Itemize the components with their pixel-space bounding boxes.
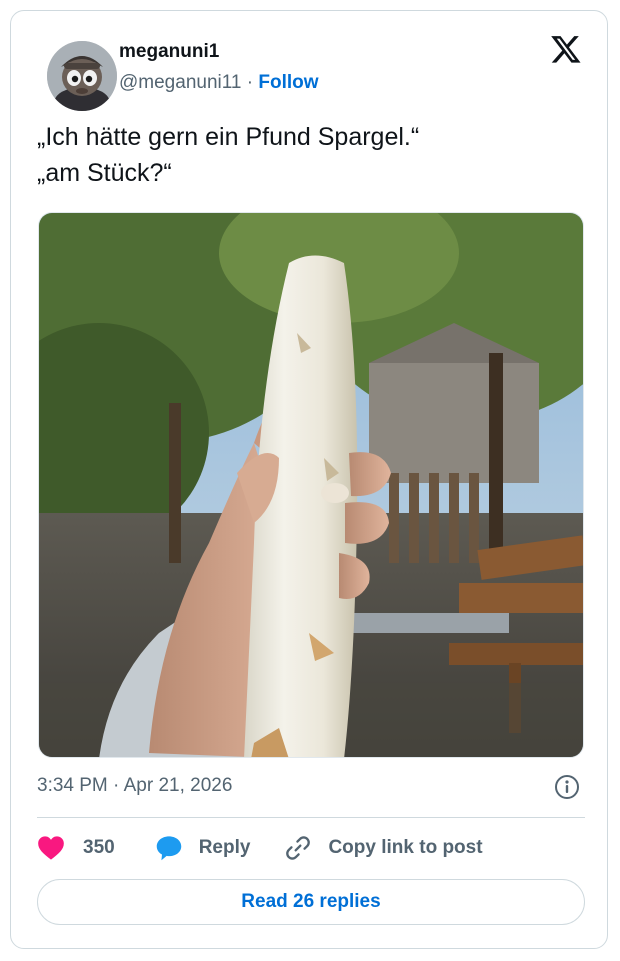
author-handle-line: @meganuni11 · Follow	[119, 72, 319, 94]
tweet-photo[interactable]	[38, 212, 584, 758]
handle-separator: ·	[246, 72, 254, 93]
tweet-text: „Ich hätte gern ein Pfund Spargel.“ „am …	[37, 119, 419, 191]
timestamp-separator: ·	[113, 775, 120, 796]
copy-link-label: Copy link to post	[328, 837, 483, 858]
heart-icon	[38, 836, 64, 860]
reply-bubble-icon	[156, 836, 181, 861]
tweet-time: 3:34 PM	[37, 775, 108, 796]
action-bar: 350 Reply Copy link to post	[37, 833, 483, 863]
follow-link[interactable]: Follow	[258, 72, 318, 93]
avatar-image	[47, 41, 117, 111]
reply-label: Reply	[198, 837, 251, 858]
tweet-line: „Ich hätte gern ein Pfund Spargel.“	[37, 123, 420, 151]
x-logo-icon[interactable]	[550, 33, 582, 65]
asparagus-photo	[39, 213, 583, 757]
tweet-timestamp[interactable]: 3:34 PM · Apr 21, 2026	[37, 775, 232, 797]
read-replies-button[interactable]: Read 26 replies	[37, 879, 585, 925]
like-count: 350	[83, 837, 115, 858]
reply-button[interactable]: Reply	[155, 834, 251, 862]
tweet-date: Apr 21, 2026	[123, 775, 233, 796]
like-button[interactable]: 350	[37, 835, 115, 861]
author-name[interactable]: meganuni1	[119, 41, 219, 63]
info-icon[interactable]	[554, 774, 580, 800]
tweet-card: meganuni1 @meganuni11 · Follow „Ich hätt…	[10, 10, 608, 949]
tweet-line: „am Stück?“	[37, 159, 172, 187]
link-icon	[286, 836, 311, 860]
divider	[37, 817, 585, 818]
author-handle[interactable]: @meganuni11	[119, 72, 241, 93]
avatar[interactable]	[47, 41, 117, 111]
copy-link-button[interactable]: Copy link to post	[284, 834, 483, 862]
